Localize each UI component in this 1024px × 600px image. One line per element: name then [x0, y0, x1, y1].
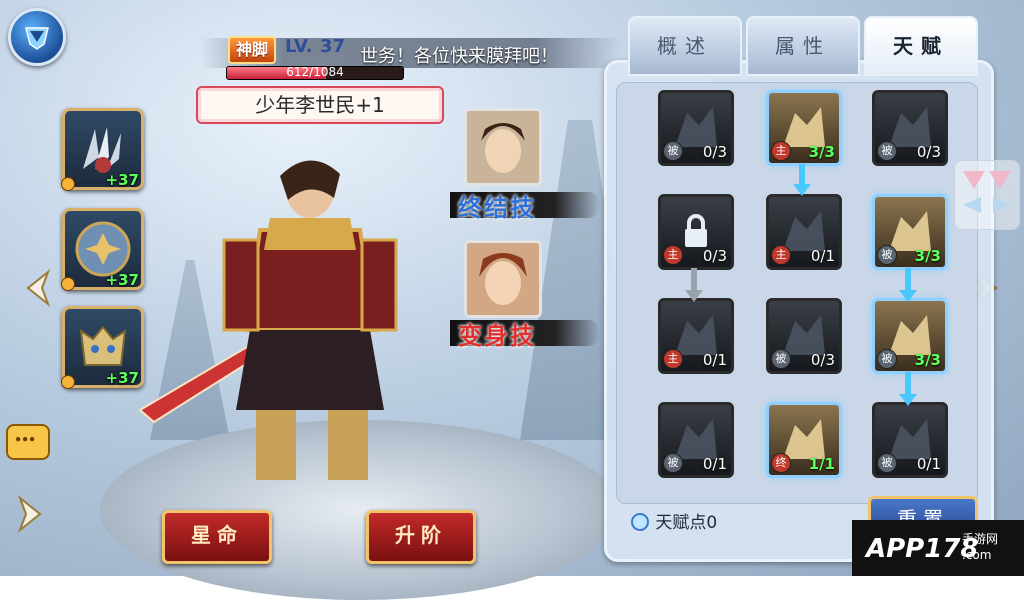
talent-count: 0/3 [810, 351, 835, 369]
talent-slot[interactable]: 被 0/3 [872, 90, 948, 166]
talent-count: 0/1 [810, 247, 835, 265]
rarity-dot [61, 177, 75, 191]
talent-slot[interactable]: 被 0/1 [658, 402, 734, 478]
advance-button[interactable]: 升阶 [366, 510, 476, 564]
watermark: APP178 手游网 .com [852, 520, 1024, 576]
talent-type-badge: 主 [771, 141, 791, 161]
talent-slot[interactable]: 主 0/1 [658, 298, 734, 374]
talent-slot[interactable]: 终 1/1 [766, 402, 842, 478]
xp-bar: 612/1084 [226, 66, 404, 80]
talent-slot[interactable]: 被 3/3 [872, 298, 948, 374]
talent-count: 3/3 [914, 351, 941, 369]
xp-text: 612/1084 [286, 66, 344, 79]
skill-label-finisher: 终结技 [458, 194, 536, 222]
talent-count: 0/3 [702, 247, 727, 265]
connector-arrow-icon [685, 290, 703, 302]
talent-slot[interactable]: 主 0/3 [658, 194, 734, 270]
connector-arrow-icon [899, 290, 917, 302]
tab-overview[interactable]: 概述 [628, 16, 742, 76]
talent-slot[interactable]: 主 3/3 [766, 90, 842, 166]
shield-icon [25, 27, 49, 50]
skill-portrait-transform[interactable] [464, 240, 542, 318]
talent-type-badge: 被 [877, 349, 897, 369]
side-control-pad[interactable] [954, 160, 1020, 230]
talent-type-badge: 终 [771, 453, 791, 473]
talent-count: 1/1 [808, 455, 835, 473]
hero-character [138, 160, 398, 480]
chat-button[interactable] [6, 424, 50, 460]
watermark-sub: 手游网 [962, 532, 999, 546]
hero-name: 少年李世民+1 [255, 93, 385, 117]
chat-bubble-icon [15, 436, 35, 442]
hero-portrait-icon [467, 111, 539, 183]
talent-type-badge: 主 [663, 349, 683, 369]
talent-points-label: 天赋点 [655, 513, 707, 533]
rank-badge: 神脚 [228, 36, 277, 64]
talent-count: 0/3 [916, 143, 941, 161]
talent-count: 0/1 [702, 455, 727, 473]
rarity-dot [61, 277, 75, 291]
skill-portrait-finisher[interactable] [464, 108, 542, 186]
skill-label-transform: 变身技 [458, 322, 536, 350]
talent-type-badge: 被 [663, 453, 683, 473]
connector-arrow-icon [899, 394, 917, 406]
talent-connector [905, 268, 911, 290]
talent-slot[interactable]: 主 0/1 [766, 194, 842, 270]
level-label: LV. [285, 36, 313, 57]
tab-talent[interactable]: 天赋 [864, 16, 978, 76]
talent-count: 3/3 [808, 143, 835, 161]
gem-icon [631, 513, 649, 531]
hero-portrait-red-icon [467, 243, 539, 315]
talent-type-badge: 主 [663, 245, 683, 265]
talent-count: 0/1 [702, 351, 727, 369]
control-arrows-icon [963, 171, 1011, 213]
talent-slot[interactable]: 被 0/3 [658, 90, 734, 166]
level-value: 37 [320, 36, 346, 57]
star-button[interactable]: 星命 [162, 510, 272, 564]
talent-type-badge: 被 [877, 453, 897, 473]
talent-slot[interactable]: 被 3/3 [872, 194, 948, 270]
arrow-left-icon[interactable] [22, 268, 52, 308]
rarity-dot [61, 375, 75, 389]
talent-type-badge: 被 [877, 245, 897, 265]
talent-type-badge: 被 [771, 349, 791, 369]
talent-connector [691, 268, 697, 290]
talent-points: 天赋点0 [630, 508, 717, 533]
talent-connector [799, 164, 805, 184]
tab-attributes[interactable]: 属性 [746, 16, 860, 76]
talent-type-badge: 被 [877, 141, 897, 161]
announcement-text: 世务！各位快来膜拜吧！ [360, 46, 558, 67]
talent-slot[interactable]: 被 0/3 [766, 298, 842, 374]
talent-type-badge: 主 [771, 245, 791, 265]
talent-type-badge: 被 [663, 141, 683, 161]
talent-count: 0/1 [916, 455, 941, 473]
talent-count: 0/3 [702, 143, 727, 161]
talent-points-value: 0 [706, 513, 718, 533]
connector-arrow-icon [793, 184, 811, 196]
arrow-expand-icon[interactable] [16, 494, 46, 534]
talent-count: 3/3 [914, 247, 941, 265]
talent-connector [905, 372, 911, 394]
watermark-url: .com [962, 548, 992, 562]
talent-slot[interactable]: 被 0/1 [872, 402, 948, 478]
menu-button[interactable] [8, 8, 66, 66]
hero-name-plate: 少年李世民+1 [196, 86, 444, 124]
